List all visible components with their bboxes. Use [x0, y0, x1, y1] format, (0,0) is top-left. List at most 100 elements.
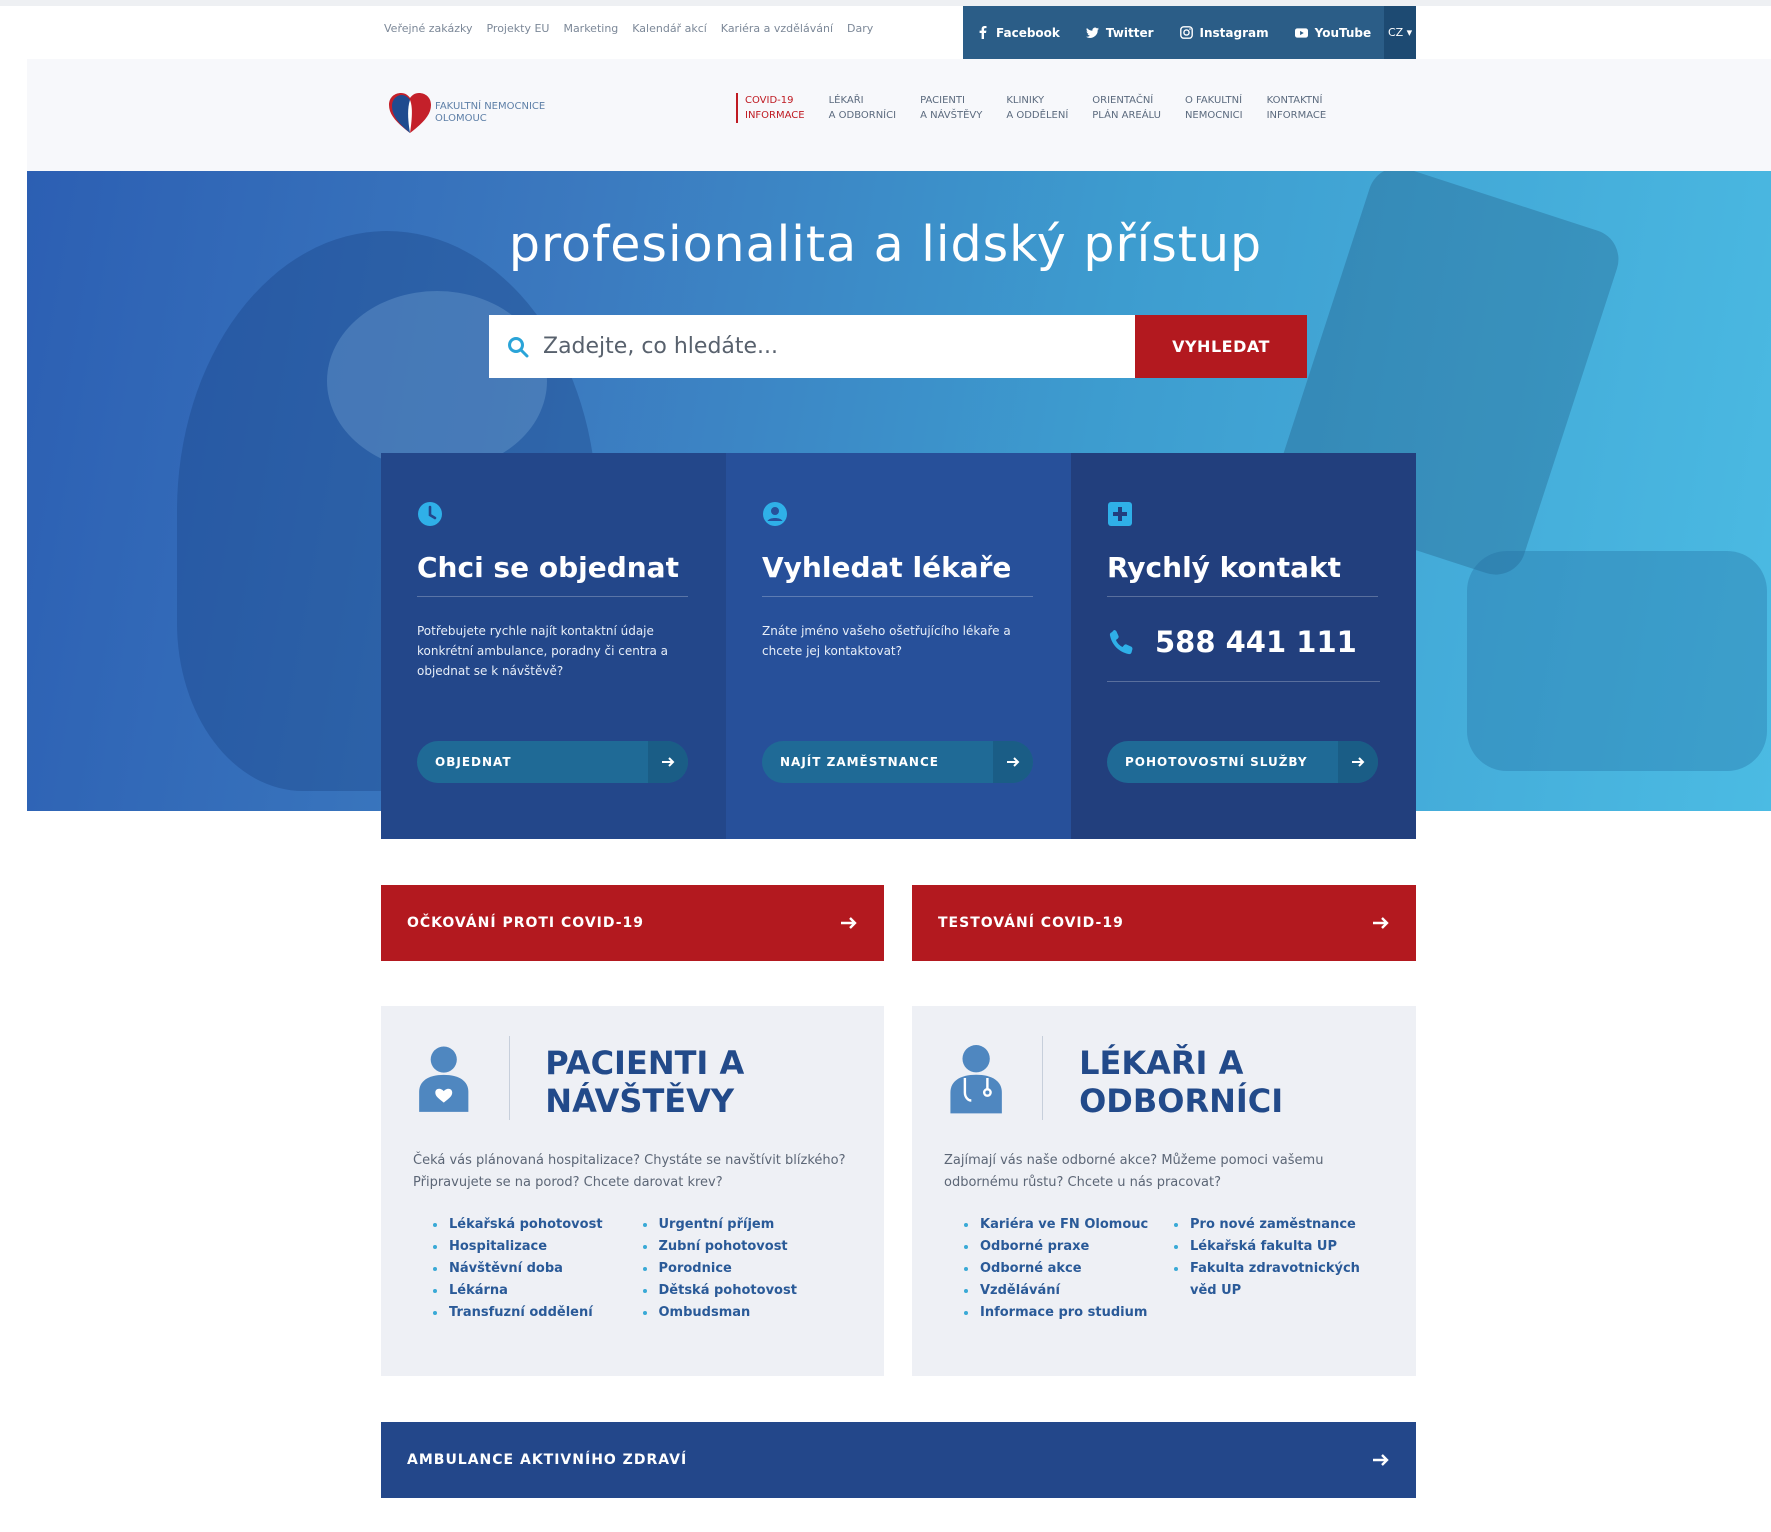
search-input[interactable]: Zadejte, co hledáte... [489, 315, 1135, 378]
link-lists: Kariéra ve FN Olomouc Odborné praxe Odbo… [944, 1214, 1384, 1324]
list-link[interactable]: Dětská pohotovost [642, 1280, 853, 1302]
list-link[interactable]: Fakulta zdravotnických věd UP [1174, 1258, 1384, 1302]
nav-label-line1: COVID-19 [745, 95, 794, 106]
doctors-card: LÉKAŘI A ODBORNÍCI Zajímají vás naše odb… [912, 1006, 1416, 1376]
arrow-right-icon [648, 741, 688, 783]
box-text: Potřebujete rychle najít kontaktní údaje… [417, 624, 668, 678]
list-link[interactable]: Informace pro studium [964, 1302, 1174, 1324]
utility-link-kariera[interactable]: Kariéra a vzdělávání [721, 22, 833, 35]
facebook-link[interactable]: Facebook [963, 26, 1073, 40]
list-link[interactable]: Odborné praxe [964, 1236, 1174, 1258]
search-button[interactable]: VYHLEDAT [1135, 315, 1307, 378]
utility-link-verejne-zakazky[interactable]: Veřejné zakázky [384, 22, 472, 35]
twitter-icon [1085, 26, 1099, 39]
logo-line-2: OLOMOUC [435, 113, 487, 124]
ambulance-link[interactable]: AMBULANCE AKTIVNÍHO ZDRAVÍ [381, 1422, 1416, 1498]
pohotovostni-sluzby-button[interactable]: POHOTOVOSTNÍ SLUŽBY [1107, 741, 1378, 783]
arrow-right-icon [1373, 917, 1389, 929]
phone-contact[interactable]: 588 441 111 [1107, 625, 1380, 682]
nav-label-line2: A ODDĚLENÍ [1006, 110, 1069, 121]
nav-item-pacienti[interactable]: PACIENTI A NÁVŠTĚVY [912, 93, 998, 123]
list-link[interactable]: Transfuzní oddělení [433, 1302, 643, 1324]
link-list-2: Pro nové zaměstnance Lékařská fakulta UP… [1174, 1214, 1384, 1324]
card-title: PACIENTI A NÁVŠTĚVY [545, 1044, 745, 1120]
list-link[interactable]: Urgentní příjem [642, 1214, 853, 1236]
list-link[interactable]: Lékařská fakulta UP [1174, 1236, 1384, 1258]
list-link[interactable]: Hospitalizace [433, 1236, 643, 1258]
list-link[interactable]: Kariéra ve FN Olomouc [964, 1214, 1174, 1236]
nav-item-kliniky[interactable]: KLINIKY A ODDĚLENÍ [998, 93, 1084, 123]
link-list-2: Urgentní příjem Zubní pohotovost Porodni… [642, 1214, 853, 1324]
card-description: Zajímají vás naše odborné akce? Můžeme p… [944, 1153, 1324, 1190]
utility-link-dary[interactable]: Dary [847, 22, 873, 35]
nav-item-kontakt[interactable]: KONTAKTNÍ INFORMACE [1259, 93, 1343, 123]
list-link[interactable]: Lékařská pohotovost [433, 1214, 643, 1236]
arrow-right-icon [841, 917, 857, 929]
facebook-icon [976, 26, 989, 39]
button-label: OBJEDNAT [435, 755, 512, 769]
utility-link-projekty-eu[interactable]: Projekty EU [486, 22, 549, 35]
list-link[interactable]: Pro nové zaměstnance [1174, 1214, 1384, 1236]
hero-title: profesionalita a lidský přístup [508, 216, 1263, 273]
heart-logo-icon [389, 93, 431, 133]
arrow-right-icon [1338, 741, 1378, 783]
quick-actions: Chci se objednat Potřebujete rychle nají… [381, 453, 1416, 839]
utility-link-kalendar[interactable]: Kalendář akcí [632, 22, 707, 35]
divider [1042, 1036, 1044, 1120]
button-label: NAJÍT ZAMĚSTNANCE [780, 755, 939, 769]
patient-icon [419, 1046, 469, 1112]
list-link[interactable]: Ombudsman [642, 1302, 853, 1324]
phone-icon [1109, 630, 1133, 655]
box-text: Znáte jméno vašeho ošetřujícího lékaře a… [762, 624, 1011, 658]
search-icon [508, 336, 529, 357]
arrow-right-icon [1373, 1454, 1389, 1466]
objednat-button[interactable]: OBJEDNAT [417, 741, 688, 783]
nav-item-covid[interactable]: COVID-19 INFORMACE [736, 93, 821, 123]
card-description: Čeká vás plánovaná hospitalizace? Chystá… [413, 1153, 846, 1190]
list-link[interactable]: Lékárna [433, 1280, 643, 1302]
site-logo[interactable]: FAKULTNÍ NEMOCNICE OLOMOUC [387, 91, 545, 135]
najit-zamestnance-button[interactable]: NAJÍT ZAMĚSTNANCE [762, 741, 1033, 783]
card-header: PACIENTI A NÁVŠTĚVY [413, 1034, 852, 1122]
twitter-label: Twitter [1105, 25, 1154, 40]
nav-label-line2: PLÁN AREÁLU [1092, 110, 1161, 121]
page: Veřejné zakázky Projekty EU Marketing Ka… [0, 0, 1771, 1532]
utility-link-marketing[interactable]: Marketing [563, 22, 618, 35]
nav-label-line1: LÉKAŘI [828, 95, 864, 106]
instagram-link[interactable]: Instagram [1167, 26, 1282, 40]
box-vyhledat-lekare: Vyhledat lékaře Znáte jméno vašeho ošetř… [726, 453, 1071, 839]
box-title: Chci se objednat [417, 551, 688, 597]
covid-testing-link[interactable]: TESTOVÁNÍ COVID-19 [912, 885, 1416, 961]
youtube-icon [1294, 26, 1308, 39]
youtube-link[interactable]: YouTube [1282, 26, 1385, 40]
nav-label-line2: INFORMACE [1266, 110, 1327, 121]
nav-label-line2: A ODBORNÍCI [828, 110, 897, 121]
ambulance-label: AMBULANCE AKTIVNÍHO ZDRAVÍ [407, 1452, 688, 1468]
nav-item-plan[interactable]: ORIENTAČNÍ PLÁN AREÁLU [1084, 93, 1177, 123]
nav-label-line1: O FAKULTNÍ [1184, 95, 1243, 106]
language-switcher[interactable]: CZ ▾ [1384, 6, 1416, 59]
list-link[interactable]: Návštěvní doba [433, 1258, 643, 1280]
list-link[interactable]: Vzdělávání [964, 1280, 1174, 1302]
facebook-label: Facebook [996, 25, 1060, 40]
list-link[interactable]: Porodnice [642, 1258, 853, 1280]
list-link[interactable]: Zubní pohotovost [642, 1236, 853, 1258]
divider [508, 1036, 510, 1120]
instagram-icon [1179, 26, 1193, 39]
medical-cross-icon [1108, 502, 1132, 526]
twitter-link[interactable]: Twitter [1073, 26, 1167, 40]
nav-item-o-nemocnici[interactable]: O FAKULTNÍ NEMOCNICI [1177, 93, 1259, 123]
box-title: Vyhledat lékaře [762, 551, 1033, 597]
list-link[interactable]: Odborné akce [964, 1258, 1174, 1280]
nav-item-lekari[interactable]: LÉKAŘI A ODBORNÍCI [821, 93, 912, 123]
doctor-icon [950, 1045, 1002, 1114]
utility-nav: Veřejné zakázky Projekty EU Marketing Ka… [384, 22, 873, 35]
covid-testing-label: TESTOVÁNÍ COVID-19 [938, 915, 1124, 931]
youtube-label: YouTube [1314, 25, 1372, 40]
covid-vaccination-link[interactable]: OČKOVÁNÍ PROTI COVID-19 [381, 885, 884, 961]
top-line [0, 0, 1771, 6]
link-list-1: Kariéra ve FN Olomouc Odborné praxe Odbo… [964, 1214, 1174, 1324]
nav-label-line1: KLINIKY [1006, 95, 1045, 106]
site-header: FAKULTNÍ NEMOCNICE OLOMOUC COVID-19 INFOR… [27, 59, 1771, 171]
nav-label-line1: KONTAKTNÍ [1266, 95, 1323, 106]
